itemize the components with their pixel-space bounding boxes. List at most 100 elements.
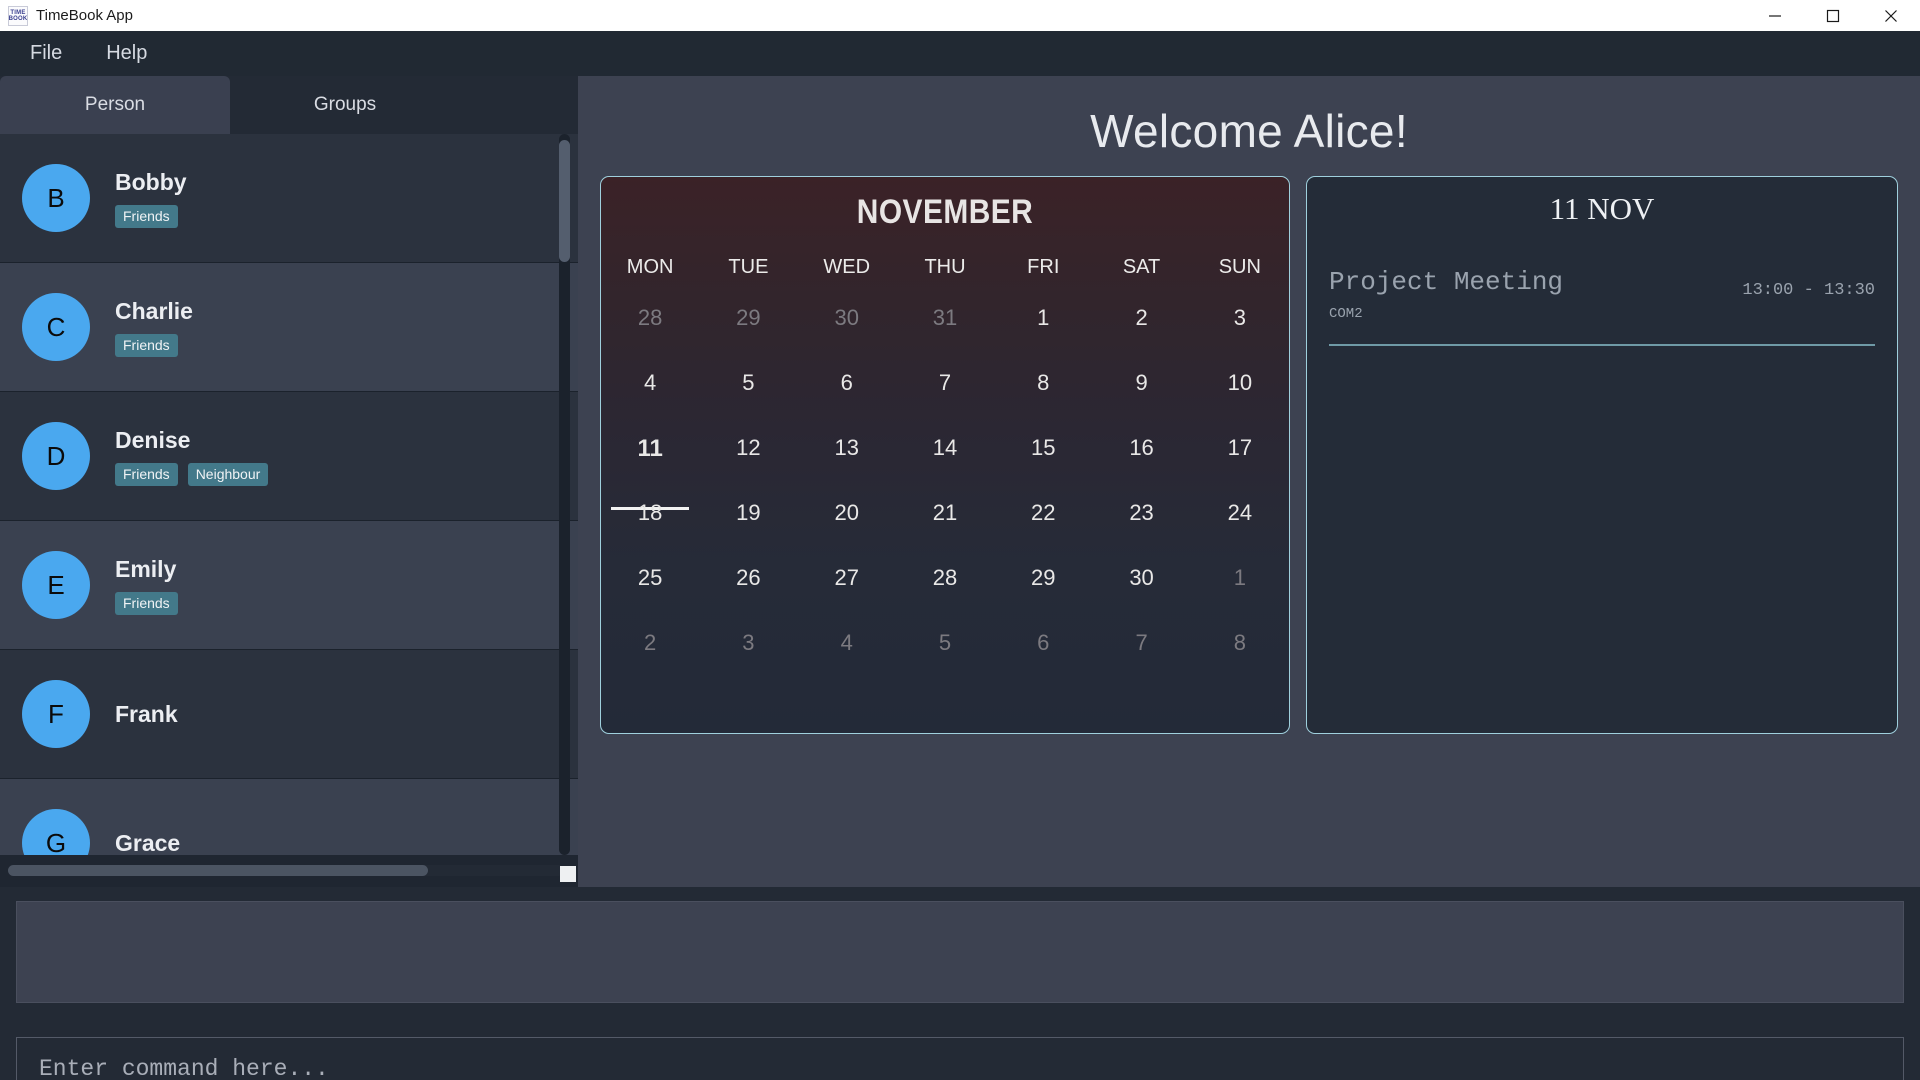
calendar-day-number: 28 xyxy=(637,305,663,330)
calendar-day[interactable]: 28 xyxy=(896,561,994,626)
calendar-day[interactable]: 20 xyxy=(798,496,896,561)
window-controls xyxy=(1746,0,1920,31)
calendar-day-number: 24 xyxy=(1227,500,1253,525)
status-badge: Friends xyxy=(115,333,178,357)
scrollbar-thumb[interactable] xyxy=(559,140,570,262)
calendar-day-number: 25 xyxy=(637,565,663,590)
calendar-day-number: 1 xyxy=(1037,305,1050,330)
calendar-day[interactable]: 25 xyxy=(601,561,699,626)
calendar-day[interactable]: 7 xyxy=(1092,626,1190,691)
list-item[interactable]: E Emily Friends xyxy=(0,521,578,650)
calendar-day[interactable]: 15 xyxy=(994,431,1092,496)
calendar-day[interactable]: 12 xyxy=(699,431,797,496)
minimize-button[interactable] xyxy=(1746,0,1804,31)
calendar-day[interactable]: 7 xyxy=(896,366,994,431)
calendar-day[interactable]: 8 xyxy=(994,366,1092,431)
calendar-day[interactable]: 2 xyxy=(1092,301,1190,366)
avatar: C xyxy=(22,293,90,361)
list-item[interactable]: B Bobby Friends xyxy=(0,134,578,263)
calendar-day[interactable]: 10 xyxy=(1191,366,1289,431)
menu-help[interactable]: Help xyxy=(98,40,155,67)
calendar-day[interactable]: 1 xyxy=(994,301,1092,366)
scrollbar-thumb[interactable] xyxy=(8,865,428,876)
calendar-day[interactable]: 9 xyxy=(1092,366,1190,431)
title-bar: TIME BOOK TimeBook App xyxy=(0,0,1920,31)
status-badge: Friends xyxy=(115,591,178,615)
calendar-day[interactable]: 26 xyxy=(699,561,797,626)
calendar-bottom-pad xyxy=(601,691,1289,733)
calendar-day-number: 30 xyxy=(1129,565,1154,590)
command-input-placeholder[interactable]: Enter command here... xyxy=(39,1056,329,1080)
calendar-day[interactable]: 30 xyxy=(798,301,896,366)
calendar-day[interactable]: 29 xyxy=(699,301,797,366)
calendar-day[interactable]: 27 xyxy=(798,561,896,626)
person-tags: Friends xyxy=(115,591,178,615)
calendar-day[interactable]: 22 xyxy=(994,496,1092,561)
day-header-sun: SUN xyxy=(1218,256,1261,278)
calendar-day[interactable]: 5 xyxy=(699,366,797,431)
person-name: Denise xyxy=(115,426,191,453)
calendar-day-number: 2 xyxy=(1135,305,1148,330)
sidebar-tabbar: Person Groups xyxy=(0,76,578,134)
close-button[interactable] xyxy=(1862,0,1920,31)
calendar-day-number: 26 xyxy=(736,565,761,590)
calendar-day-number: 22 xyxy=(1031,500,1056,525)
tab-groups[interactable]: Groups xyxy=(230,76,460,134)
calendar-day-number: 18 xyxy=(637,500,663,525)
calendar-day[interactable]: 3 xyxy=(1191,301,1289,366)
list-item[interactable]: D Denise Friends Neighbour xyxy=(0,392,578,521)
calendar-day-number: 12 xyxy=(736,435,761,460)
menu-file[interactable]: File xyxy=(22,40,70,67)
calendar-day[interactable]: 6 xyxy=(994,626,1092,691)
calendar-day[interactable]: 18 xyxy=(601,496,699,561)
calendar-day[interactable]: 4 xyxy=(798,626,896,691)
calendar-grid[interactable]: 28 29 30 31 1 2 3 4 5 6 7 8 9 10 11 12 13 14 15 16 17 18 19 20 2… xyxy=(601,301,1289,691)
person-tags: Friends Neighbour xyxy=(115,462,269,486)
calendar-day[interactable]: 31 xyxy=(896,301,994,366)
calendar-day-number: 1 xyxy=(1233,565,1246,590)
console-area: Enter command here... xyxy=(0,887,1920,1080)
sidebar-vertical-scrollbar[interactable] xyxy=(559,134,570,855)
calendar-day[interactable]: 1 xyxy=(1191,561,1289,626)
maximize-button[interactable] xyxy=(1804,0,1862,31)
resize-handle[interactable] xyxy=(560,866,576,882)
calendar-day-selected[interactable]: 11 xyxy=(601,431,699,510)
calendar-day[interactable]: 23 xyxy=(1092,496,1190,561)
day-header-tue: TUE xyxy=(728,256,769,278)
calendar-day-number: 21 xyxy=(932,500,958,525)
calendar-day[interactable]: 21 xyxy=(896,496,994,561)
calendar-day-number: 3 xyxy=(742,630,755,655)
calendar-day-number: 5 xyxy=(938,630,952,655)
calendar-day-number: 29 xyxy=(736,305,761,330)
calendar-day-number: 20 xyxy=(834,500,859,525)
calendar-day[interactable]: 29 xyxy=(994,561,1092,626)
calendar-day[interactable]: 6 xyxy=(798,366,896,431)
event-divider xyxy=(1329,344,1875,346)
calendar-day[interactable]: 30 xyxy=(1092,561,1190,626)
calendar-day[interactable]: 8 xyxy=(1191,626,1289,691)
person-list[interactable]: B Bobby Friends C Charlie Friends D Deni… xyxy=(0,134,578,855)
command-input-wrapper[interactable]: Enter command here... xyxy=(16,1037,1904,1080)
calendar-day[interactable]: 16 xyxy=(1092,431,1190,496)
menu-bar: File Help xyxy=(0,31,1920,76)
avatar: F xyxy=(22,680,90,748)
calendar-day[interactable]: 19 xyxy=(699,496,797,561)
calendar-day[interactable]: 13 xyxy=(798,431,896,496)
event-entry[interactable]: Project Meeting 13:00 - 13:30 COM2 xyxy=(1307,237,1897,346)
calendar-day[interactable]: 3 xyxy=(699,626,797,691)
calendar-day[interactable]: 14 xyxy=(896,431,994,496)
list-item[interactable]: G Grace xyxy=(0,779,578,855)
calendar-day[interactable]: 24 xyxy=(1191,496,1289,561)
status-badge: Friends xyxy=(115,462,178,486)
calendar-day[interactable]: 28 xyxy=(601,301,699,366)
calendar-day[interactable]: 4 xyxy=(601,366,699,431)
list-item[interactable]: C Charlie Friends xyxy=(0,263,578,392)
calendar-day[interactable]: 2 xyxy=(601,626,699,691)
calendar-day[interactable]: 17 xyxy=(1191,431,1289,496)
calendar-card: NOVEMBER MON TUE WED THU FRI SAT SUN 28 2… xyxy=(600,176,1290,734)
list-item[interactable]: F Frank xyxy=(0,650,578,779)
calendar-day[interactable]: 5 xyxy=(896,626,994,691)
output-log xyxy=(16,901,1904,1003)
tab-person[interactable]: Person xyxy=(0,76,230,134)
sidebar-horizontal-scrollbar[interactable] xyxy=(8,865,564,876)
